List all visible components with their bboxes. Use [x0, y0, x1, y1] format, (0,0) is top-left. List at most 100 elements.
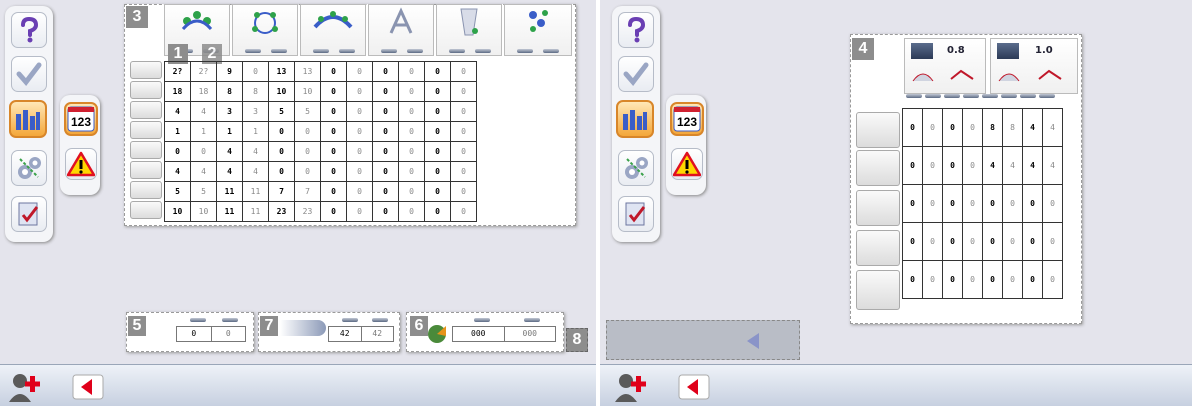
row-icon-2[interactable] — [130, 81, 162, 99]
row-icon-8[interactable] — [130, 201, 162, 219]
table-cell: 0 — [398, 81, 425, 102]
table-cell: 10 — [190, 201, 217, 222]
table-cell: 3 — [242, 101, 269, 122]
cat-row-3[interactable] — [856, 190, 900, 226]
table-cell: 0 — [294, 141, 321, 162]
counter-button[interactable]: 123 — [670, 102, 704, 136]
table-cell: 0 — [982, 222, 1003, 261]
table-cell: 10 — [268, 81, 295, 102]
cat-row-5[interactable] — [856, 270, 900, 310]
table-cell: 0 — [942, 146, 963, 185]
back-arrow-icon[interactable] — [678, 374, 710, 400]
table-cell: 0 — [346, 101, 373, 122]
header-cat-6[interactable] — [504, 4, 572, 56]
scroll-left-icon[interactable] — [745, 331, 761, 351]
table-cell: 0 — [398, 201, 425, 222]
detail-grid: 0000884400004444000000000000000000000000 — [902, 108, 1063, 299]
box-5-values: 0 0 — [176, 326, 246, 342]
table-cell: 0 — [346, 121, 373, 142]
settings-icon — [18, 157, 41, 179]
table-cell: 4 — [242, 161, 269, 182]
counter-button[interactable]: 123 — [64, 102, 98, 136]
table-cell: 0 — [320, 61, 347, 82]
statistics-button[interactable] — [9, 100, 47, 138]
table-cell: 0 — [424, 181, 451, 202]
warning-button[interactable] — [671, 148, 703, 180]
header-cat-2[interactable] — [232, 4, 298, 56]
table-cell: 0 — [450, 181, 477, 202]
table-cell: 11 — [242, 201, 269, 222]
left-panel: 123 3 1 2 2? 2? 9 0 13 13 0 0 0 0 0 0 18 18 8 8 10 10 — [0, 0, 596, 406]
header-cat-3[interactable] — [300, 4, 366, 56]
table-cell: 4 — [164, 161, 191, 182]
help-icon — [21, 17, 39, 43]
row-icon-7[interactable] — [130, 181, 162, 199]
zoom-2-label: 1.0 — [1035, 45, 1053, 56]
warning-icon — [67, 151, 95, 177]
user-add-icon[interactable] — [614, 372, 648, 402]
table-cell: 11 — [216, 181, 243, 202]
header-cat-5[interactable] — [436, 4, 502, 56]
row-icon-5[interactable] — [130, 141, 162, 159]
header-zoom-1[interactable]: 0.8 — [904, 38, 986, 94]
table-cell: 13 — [294, 61, 321, 82]
table-cell: 18 — [190, 81, 217, 102]
table-cell: 0 — [1002, 184, 1023, 223]
badge-4: 4 — [852, 38, 874, 60]
row-icon-6[interactable] — [130, 161, 162, 179]
table-cell: 4 — [190, 161, 217, 182]
row-icon-1[interactable] — [130, 61, 162, 79]
row-icon-4[interactable] — [130, 121, 162, 139]
table-cell: 0 — [962, 222, 983, 261]
checklist-button[interactable] — [618, 196, 654, 232]
table-cell: 0 — [372, 181, 399, 202]
box-6-values: 000 000 — [452, 326, 556, 342]
settings-button[interactable] — [618, 150, 654, 186]
help-button[interactable] — [11, 12, 47, 48]
back-arrow-icon[interactable] — [72, 374, 104, 400]
table-cell: 0 — [372, 161, 399, 182]
table-row: 444400000000 — [164, 161, 477, 182]
zoom-1-icon — [911, 43, 933, 59]
scroll-area[interactable] — [606, 320, 800, 360]
cat-row-2[interactable] — [856, 150, 900, 186]
statistics-button[interactable] — [616, 100, 654, 138]
profile-1-icon — [912, 69, 974, 82]
table-cell: 0 — [1002, 222, 1023, 261]
table-cell: 13 — [268, 61, 295, 82]
header-cat-4[interactable] — [368, 4, 434, 56]
warning-button[interactable] — [65, 148, 97, 180]
table-cell: 8 — [242, 81, 269, 102]
table-cell: 11 — [216, 201, 243, 222]
table-cell: 4 — [1002, 146, 1023, 185]
settings-icon — [625, 157, 648, 179]
table-cell: 4 — [982, 146, 1003, 185]
table-cell: 1 — [242, 121, 269, 142]
table-cell: 1 — [190, 121, 217, 142]
table-cell: 0 — [320, 101, 347, 122]
table-cell: 0 — [962, 184, 983, 223]
row-icon-3[interactable] — [130, 101, 162, 119]
table-cell: 0 — [450, 141, 477, 162]
box-7-values: 42 42 — [328, 326, 394, 342]
cat-row-1[interactable] — [856, 112, 900, 148]
table-row: 111100000000 — [164, 121, 477, 142]
table-cell: 18 — [164, 81, 191, 102]
check-button[interactable] — [618, 56, 654, 92]
settings-button[interactable] — [11, 150, 47, 186]
table-cell: 0 — [424, 201, 451, 222]
cat-row-4[interactable] — [856, 230, 900, 266]
checklist-button[interactable] — [11, 196, 47, 232]
checklist-icon — [625, 202, 646, 226]
header-zoom-2[interactable]: 1.0 — [990, 38, 1078, 94]
help-button[interactable] — [618, 12, 654, 48]
table-cell: 0 — [294, 161, 321, 182]
table-row: 00000000 — [902, 184, 1063, 223]
table-cell: 5 — [268, 101, 295, 122]
table-cell: 0 — [346, 141, 373, 162]
table-cell: 4 — [242, 141, 269, 162]
table-cell: 0 — [1022, 184, 1043, 223]
user-add-icon[interactable] — [8, 372, 42, 402]
check-button[interactable] — [11, 56, 47, 92]
table-cell: 0 — [424, 61, 451, 82]
